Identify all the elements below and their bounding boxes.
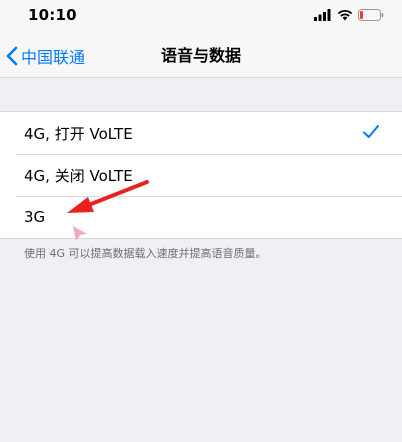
back-button[interactable]: 中国联通: [6, 34, 85, 77]
signal-icon: [314, 9, 331, 21]
option-3g[interactable]: 3G: [0, 196, 402, 238]
status-icons: [314, 9, 384, 21]
status-time: 10:10: [28, 6, 77, 24]
footer-note: 使用 4G 可以提高数据载入速度并提高语音质量。: [24, 247, 267, 260]
navigation-bar: 中国联通 语音与数据: [0, 34, 402, 78]
option-label: 4G, 关闭 VoLTE: [24, 166, 133, 185]
battery-icon: [358, 9, 384, 21]
chevron-left-icon: [6, 46, 18, 65]
wifi-icon: [337, 10, 353, 21]
back-label: 中国联通: [21, 47, 86, 67]
status-bar: 10:10: [0, 0, 402, 34]
option-4g-volte-on[interactable]: 4G, 打开 VoLTE: [0, 112, 402, 154]
checkmark-icon: [363, 125, 379, 138]
option-label: 3G: [24, 208, 46, 226]
network-options-list: 4G, 打开 VoLTE 4G, 关闭 VoLTE 3G: [0, 111, 402, 239]
option-4g-volte-off[interactable]: 4G, 关闭 VoLTE: [0, 154, 402, 196]
option-label: 4G, 打开 VoLTE: [24, 124, 133, 143]
